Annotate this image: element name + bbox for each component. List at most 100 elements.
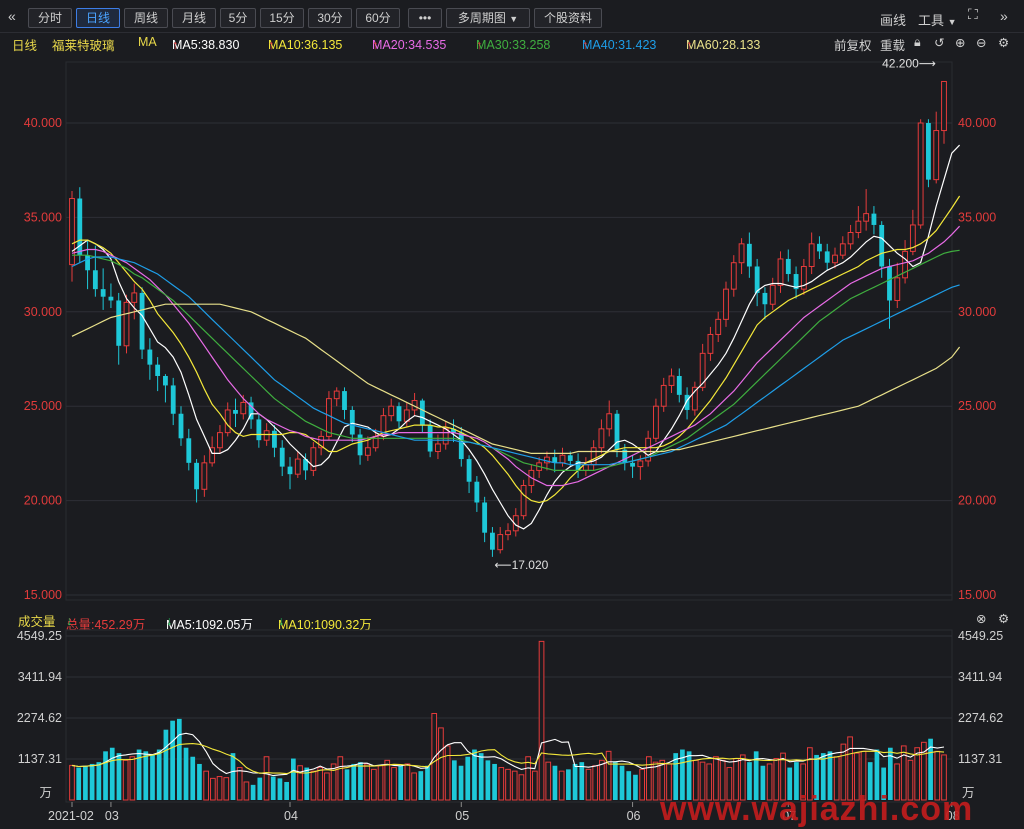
draw-line-button[interactable]: 画线	[880, 10, 906, 29]
candle	[933, 111, 940, 184]
fullscreen-icon[interactable]: ⛶	[968, 6, 978, 23]
candle-body-down	[785, 258, 791, 275]
candle	[582, 457, 589, 477]
candle	[364, 436, 371, 461]
candle-body-up	[832, 254, 838, 264]
candle-body-up	[699, 352, 706, 388]
down-arrow-icon: ↓	[66, 614, 73, 628]
reload-button[interactable]: 重载	[880, 35, 905, 54]
candle	[746, 232, 752, 278]
period-tab-15min[interactable]: 15分	[260, 8, 304, 28]
volume-tick-label-right: 2274.62	[958, 711, 1003, 725]
low-annotation: ⟵17.020	[494, 558, 548, 572]
zoom-out-icon[interactable]: ⊖	[976, 35, 986, 50]
candle	[333, 387, 340, 407]
volume-bar-up	[646, 756, 652, 801]
volume-bar-up	[585, 768, 592, 801]
candle-body-up	[209, 447, 216, 464]
price-tick-label-left: 20.000	[24, 494, 62, 508]
lock-icon[interactable]: 🔒︎	[914, 35, 921, 50]
zoom-in-icon[interactable]: ⊕	[955, 35, 965, 50]
candle-body-down	[287, 466, 293, 475]
candle	[186, 428, 192, 471]
volume-bar-up	[337, 756, 344, 801]
adjust-forward-button[interactable]: 前复权	[834, 35, 872, 54]
candle	[170, 377, 176, 426]
candle-body-down	[676, 375, 682, 395]
candle	[85, 240, 90, 290]
period-tab-60min[interactable]: 60分	[356, 8, 400, 28]
volume-bar-up	[69, 764, 75, 801]
candle	[497, 527, 504, 554]
candle	[808, 232, 815, 275]
x-tick-label: 2021-02	[48, 809, 94, 823]
volume-bar-up	[538, 640, 545, 801]
candle-body-up	[131, 292, 138, 303]
volume-bar-up	[438, 727, 444, 801]
candle-body-up	[941, 80, 947, 132]
up-arrow-icon: ↑	[172, 38, 179, 52]
volume-bar-up	[364, 763, 370, 801]
candle-body-down	[614, 413, 620, 450]
candle	[217, 425, 223, 454]
stock-chart[interactable]: 40.000 40.000 35.000 35.000 30.000 30.000 25.0…	[0, 0, 1024, 828]
volume-bar-down	[358, 762, 363, 800]
undo-icon[interactable]: ↺	[934, 35, 944, 50]
collapse-left-icon[interactable]: «	[8, 8, 16, 24]
volume-settings-icon[interactable]: ⚙	[998, 611, 1009, 626]
candle-body-up	[660, 384, 667, 407]
candle	[847, 224, 854, 250]
volume-bar-down	[170, 720, 175, 800]
volume-bar-up	[592, 765, 599, 801]
period-tab-5min[interactable]: 5分	[220, 8, 256, 28]
volume-bar-up	[404, 763, 411, 801]
price-tick-label-right: 40.000	[958, 116, 996, 130]
candle-body-up	[637, 460, 644, 468]
candle	[92, 245, 98, 297]
candle-body-down	[170, 385, 176, 414]
candle	[824, 243, 830, 271]
chevron-down-icon: ▼	[947, 17, 957, 27]
volume-bar-down	[156, 749, 162, 800]
candle-body-up	[808, 243, 815, 267]
price-panel-frame	[65, 61, 953, 601]
period-tab-day[interactable]: 日线	[76, 8, 120, 28]
close-panel-icon[interactable]: ⊗	[976, 611, 986, 626]
period-tab-month[interactable]: 月线	[172, 8, 216, 28]
candle-body-down	[817, 243, 822, 252]
volume-bar-up	[223, 777, 230, 801]
volume-bar-up	[599, 759, 605, 801]
more-periods-button[interactable]: •••	[408, 8, 442, 28]
up-arrow-icon: ↑	[268, 38, 275, 52]
volume-bar-down	[284, 781, 289, 800]
ma-line-ma10	[71, 195, 961, 504]
volume-bar-down	[492, 763, 497, 800]
candle	[147, 338, 153, 380]
ma5-text: MA5:38.830	[172, 38, 240, 52]
candle-body-down	[887, 266, 892, 301]
candle-body-up	[777, 258, 784, 286]
candle	[730, 255, 737, 297]
expand-right-icon[interactable]: »	[1000, 8, 1008, 24]
ma-line-ma20	[71, 225, 961, 487]
candle	[380, 408, 387, 441]
stock-info-button[interactable]: 个股资料	[534, 8, 602, 28]
candle-body-down	[458, 432, 464, 460]
candle-body-down	[754, 266, 760, 293]
multi-period-dropdown[interactable]: 多周期图 ▼	[446, 8, 530, 28]
candle	[668, 368, 675, 393]
candle-body-up	[590, 447, 597, 466]
settings-icon[interactable]: ⚙	[998, 35, 1009, 50]
candle-body-up	[497, 534, 504, 551]
volume-bar-down	[472, 749, 477, 800]
candle-body-down	[272, 430, 277, 448]
period-tab-30min[interactable]: 30分	[308, 8, 352, 28]
candle-body-down	[108, 296, 114, 301]
volume-bar-down	[552, 765, 558, 800]
period-tab-week[interactable]: 周线	[124, 8, 168, 28]
volume-bar-up	[531, 770, 538, 801]
candle	[155, 357, 161, 392]
tools-dropdown[interactable]: 工具 ▼	[918, 10, 957, 29]
candle-body-down	[490, 532, 495, 550]
period-tab-fenshi[interactable]: 分时	[28, 8, 72, 28]
